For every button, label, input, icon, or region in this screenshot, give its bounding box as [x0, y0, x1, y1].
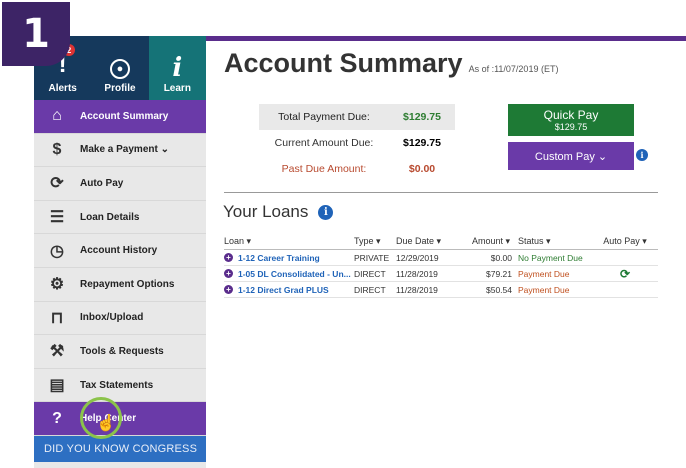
sidebar-item-account-summary[interactable]: ⌂ Account Summary — [34, 100, 206, 134]
profile-icon: ● — [109, 59, 130, 79]
step-number: 1 — [22, 11, 50, 57]
total-payment-row: Total Payment Due: $129.75 — [259, 104, 455, 130]
current-amount-label: Current Amount Due: — [274, 137, 374, 149]
loan-link[interactable]: +1-05 DL Consolidated - Un... — [224, 269, 354, 279]
did-you-know-banner[interactable]: DID YOU KNOW CONGRESS — [34, 435, 206, 462]
loan-due-date: 11/28/2019 — [396, 268, 438, 279]
main-content: Account Summary As of :11/07/2019 (ET) T… — [206, 36, 686, 468]
total-payment-value: $129.75 — [403, 111, 441, 123]
help-icon: ? — [52, 409, 62, 427]
step-badge: 1 — [2, 2, 70, 66]
section-divider — [224, 192, 658, 193]
sidebar-item-label: Inbox/Upload — [80, 312, 144, 324]
sidebar-item-tools-requests[interactable]: ⚒ Tools & Requests — [34, 335, 206, 369]
sidebar-item-label: Make a Payment ⌄ — [80, 144, 169, 156]
learn-label: Learn — [163, 83, 191, 94]
document-icon: ▤ — [49, 377, 65, 395]
current-amount-row: Current Amount Due: $129.75 — [259, 130, 455, 156]
loans-info-icon[interactable]: i — [318, 204, 334, 220]
expand-icon[interactable]: + — [224, 269, 233, 278]
autopay-icon: ⟳ — [50, 175, 64, 193]
gear-icon: ⚙ — [49, 276, 65, 294]
loan-link[interactable]: +1-12 Career Training — [224, 253, 354, 263]
past-due-value: $0.00 — [408, 163, 436, 175]
table-row: +1-05 DL Consolidated - Un... DIRECT 11/… — [224, 266, 658, 282]
loan-amount: $50.54 — [486, 284, 512, 295]
loan-due-date: 11/28/2019 — [396, 284, 438, 295]
learn-button[interactable]: i Learn — [148, 36, 206, 100]
loan-status: Payment Due — [518, 284, 570, 295]
column-header-auto-pay[interactable]: Auto Pay ▾ — [592, 236, 658, 247]
past-due-label: Past Due Amount: — [281, 163, 367, 175]
table-row: +1-12 Career Training PRIVATE 12/29/2019… — [224, 250, 658, 266]
loan-due-date: 12/29/2019 — [396, 252, 439, 263]
sidebar-item-label: Tax Statements — [80, 379, 154, 391]
table-row: +1-12 Direct Grad PLUS DIRECT 11/28/2019… — [224, 282, 658, 298]
your-loans-title: Your Loans — [223, 202, 309, 221]
sidebar-item-loan-details[interactable]: ☰ Loan Details — [34, 201, 206, 235]
as-of-date: As of :11/07/2019 (ET) — [468, 64, 559, 74]
quick-pay-amount: $129.75 — [554, 122, 588, 132]
clock-icon: ◷ — [50, 242, 64, 260]
loans-table-header: Loan ▾ Type ▾ Due Date ▾ Amount ▾ Status… — [224, 234, 658, 250]
loan-link[interactable]: +1-12 Direct Grad PLUS — [224, 285, 354, 295]
column-header-loan[interactable]: Loan ▾ — [224, 236, 354, 247]
page-title: Account Summary — [224, 48, 463, 78]
loan-type: DIRECT — [354, 284, 386, 295]
loan-amount: $79.21 — [486, 268, 512, 279]
payment-summary-table: Total Payment Due: $129.75 Current Amount… — [259, 104, 455, 182]
past-due-row: Past Due Amount: $0.00 — [259, 156, 455, 182]
autopay-enabled-icon: ⟳ — [619, 266, 631, 281]
profile-button[interactable]: ● Profile — [91, 36, 148, 100]
sidebar-item-inbox-upload[interactable]: ⊓ Inbox/Upload — [34, 302, 206, 336]
expand-icon[interactable]: + — [224, 285, 233, 294]
current-amount-value: $129.75 — [403, 137, 441, 149]
sidebar: 2 ! Alerts ● Profile i Learn ⌂ Account Su… — [34, 36, 206, 468]
home-icon: ⌂ — [52, 107, 62, 125]
sidebar-item-repayment-options[interactable]: ⚙ Repayment Options — [34, 268, 206, 302]
loan-name[interactable]: 1-05 DL Consolidated - Un... — [238, 269, 351, 279]
loans-table: Loan ▾ Type ▾ Due Date ▾ Amount ▾ Status… — [224, 234, 658, 298]
sidebar-item-label: Account Summary — [80, 110, 169, 122]
header-accent-bar — [206, 36, 686, 41]
sidebar-item-tax-statements[interactable]: ▤ Tax Statements — [34, 369, 206, 403]
loan-name[interactable]: 1-12 Career Training — [238, 253, 320, 263]
list-icon: ☰ — [49, 209, 65, 227]
page-header: Account Summary As of :11/07/2019 (ET) — [224, 48, 558, 79]
column-header-type[interactable]: Type ▾ — [354, 236, 396, 247]
inbox-icon: ⊓ — [50, 309, 64, 327]
column-header-status[interactable]: Status ▾ — [518, 236, 592, 247]
loan-status: No Payment Due — [518, 252, 583, 263]
expand-icon[interactable]: + — [224, 253, 233, 262]
info-italic-icon: i — [172, 53, 183, 83]
dollar-icon: $ — [52, 140, 62, 158]
loan-type: PRIVATE — [354, 252, 390, 263]
alerts-label: Alerts — [48, 83, 77, 94]
sidebar-item-label: Loan Details — [80, 211, 140, 223]
custom-pay-button[interactable]: Custom Pay ⌄ — [508, 142, 634, 170]
loan-name[interactable]: 1-12 Direct Grad PLUS — [238, 285, 329, 295]
loan-amount: $0.00 — [490, 252, 512, 263]
sidebar-item-label: Tools & Requests — [80, 345, 164, 357]
profile-label: Profile — [104, 83, 136, 94]
sidebar-item-auto-pay[interactable]: ⟳ Auto Pay — [34, 167, 206, 201]
column-header-due-date[interactable]: Due Date ▾ — [396, 236, 468, 247]
hand-cursor-icon: ☝ — [96, 415, 116, 432]
your-loans-header: Your Loans i — [223, 202, 334, 222]
sidebar-item-label: Auto Pay — [80, 177, 124, 189]
loan-type: DIRECT — [354, 268, 386, 279]
sidebar-item-make-a-payment[interactable]: $ Make a Payment ⌄ — [34, 134, 206, 168]
loan-status: Payment Due — [518, 268, 570, 279]
custom-pay-info-icon[interactable]: i — [636, 149, 648, 161]
total-payment-label: Total Payment Due: — [278, 111, 370, 123]
quick-pay-button[interactable]: Quick Pay $129.75 — [508, 104, 634, 136]
sidebar-item-label: Account History — [80, 245, 158, 257]
sidebar-item-label: Repayment Options — [80, 278, 175, 290]
quick-pay-label: Quick Pay — [543, 108, 599, 122]
wrench-icon: ⚒ — [49, 343, 65, 361]
sidebar-item-account-history[interactable]: ◷ Account History — [34, 234, 206, 268]
column-header-amount[interactable]: Amount ▾ — [468, 236, 518, 247]
